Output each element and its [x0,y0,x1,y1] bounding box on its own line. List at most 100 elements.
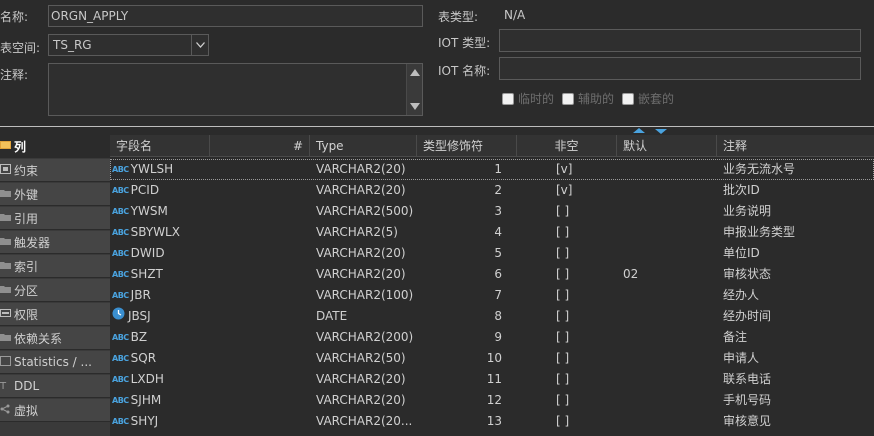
cell-comment[interactable]: 审核状态 [723,264,873,285]
table-row[interactable]: ABC SJHM 12 VARCHAR2(20)[ ] 手机号码 [110,390,874,411]
comment-scrollbar[interactable] [406,64,422,115]
cell-column-name[interactable]: ABC SBYWLX [112,222,308,243]
cell-column-name[interactable]: ABC YWSM [112,201,308,222]
cell-type[interactable]: VARCHAR2(20) [316,369,416,390]
panel-splitter[interactable] [0,125,874,134]
table-row[interactable]: ABC LXDH 11 VARCHAR2(20)[ ] 联系电话 [110,369,874,390]
nested-checkbox[interactable]: 嵌套的 [622,90,674,107]
header-modifier[interactable]: 类型修饰符 [417,135,517,157]
cell-type[interactable]: VARCHAR2(20) [316,264,416,285]
cell-default[interactable] [623,201,703,222]
cell-comment[interactable]: 单位ID [723,243,873,264]
chevron-down-icon[interactable] [191,35,208,55]
cell-comment[interactable]: 经办人 [723,285,873,306]
cell-not-null[interactable]: [ ] [556,390,580,411]
cell-column-name[interactable]: ABC YWLSH [112,159,308,180]
sidebar-item-7[interactable]: 权限 [0,303,110,326]
cell-column-name[interactable]: ABC DWID [112,243,308,264]
cell-not-null[interactable]: [ ] [556,243,580,264]
cell-type[interactable]: VARCHAR2(50) [316,348,416,369]
secondary-checkbox[interactable]: 辅助的 [562,90,614,107]
cell-default[interactable] [623,180,703,201]
cell-type[interactable]: VARCHAR2(20) [316,390,416,411]
table-row[interactable]: ABC DWID 5 VARCHAR2(20)[ ] 单位ID [110,243,874,264]
cell-column-name[interactable]: ABC BZ [112,327,308,348]
table-row[interactable]: JBSJ 8 DATE[ ] 经办时间 [110,306,874,327]
checkbox-box[interactable] [562,92,574,105]
sidebar-item-6[interactable]: 分区 [0,279,110,302]
header-type[interactable]: Type [310,135,417,157]
cell-type[interactable]: VARCHAR2(500) [316,201,416,222]
scroll-down-icon[interactable] [410,103,420,110]
cell-not-null[interactable]: [ ] [556,411,580,432]
sidebar-item-4[interactable]: 触发器 [0,231,110,254]
cell-not-null[interactable]: [ ] [556,306,580,327]
cell-not-null[interactable]: [v] [556,159,580,180]
cell-default[interactable] [623,159,703,180]
cell-type[interactable]: VARCHAR2(5) [316,222,416,243]
cell-not-null[interactable]: [v] [556,180,580,201]
cell-not-null[interactable]: [ ] [556,222,580,243]
cell-comment[interactable]: 审核意见 [723,411,873,432]
cell-type[interactable]: VARCHAR2(200) [316,327,416,348]
cell-type[interactable]: VARCHAR2(100) [316,285,416,306]
cell-default[interactable] [623,369,703,390]
iot-type-input[interactable] [499,29,861,52]
cell-not-null[interactable]: [ ] [556,201,580,222]
cell-type[interactable]: VARCHAR2(20) [316,159,416,180]
table-row[interactable]: ABC YWLSH 1 VARCHAR2(20) [v] 业务无流水号 [110,159,874,180]
sidebar-item-8[interactable]: 依赖关系 [0,327,110,350]
sidebar-item-2[interactable]: 外键 [0,183,110,206]
cell-type[interactable]: VARCHAR2(20... [316,411,416,432]
cell-column-name[interactable]: ABC PCID [112,180,308,201]
header-num[interactable]: # [210,135,310,157]
cell-column-name[interactable]: ABC SJHM [112,390,308,411]
sidebar-item-10[interactable]: T DDL [0,375,110,398]
comment-textarea[interactable] [48,63,423,116]
expand-down-icon[interactable] [655,129,667,134]
header-comment[interactable]: 注释 [717,135,874,157]
cell-column-name[interactable]: ABC SHYJ [112,411,308,432]
table-name-input[interactable]: ORGN_APPLY [48,5,423,27]
sidebar-item-5[interactable]: 索引 [0,255,110,278]
sidebar-item-11[interactable]: 虚拟 [0,399,110,422]
cell-not-null[interactable]: [ ] [556,327,580,348]
cell-not-null[interactable]: [ ] [556,369,580,390]
cell-default[interactable] [623,390,703,411]
table-row[interactable]: ABC BZ 9 VARCHAR2(200)[ ] 备注 [110,327,874,348]
cell-column-name[interactable]: ABC JBR [112,285,308,306]
cell-comment[interactable]: 联系电话 [723,369,873,390]
table-row[interactable]: ABC PCID 2 VARCHAR2(20) [v] 批次ID [110,180,874,201]
table-row[interactable]: ABC SBYWLX 4 VARCHAR2(5)[ ] 申报业务类型 [110,222,874,243]
cell-type[interactable]: VARCHAR2(20) [316,180,416,201]
tablespace-select[interactable]: TS_RG [48,34,209,56]
header-not-null[interactable]: 非空 [517,135,617,157]
header-default[interactable]: 默认 [617,135,717,157]
cell-default[interactable] [623,348,703,369]
temporary-checkbox[interactable]: 临时的 [502,90,554,107]
checkbox-box[interactable] [502,92,514,105]
cell-column-name[interactable]: JBSJ [112,306,308,327]
cell-default[interactable]: 02 [623,264,703,285]
cell-comment[interactable]: 手机号码 [723,390,873,411]
cell-default[interactable] [623,243,703,264]
cell-default[interactable] [623,327,703,348]
cell-comment[interactable]: 经办时间 [723,306,873,327]
cell-default[interactable] [623,411,703,432]
cell-column-name[interactable]: ABC SQR [112,348,308,369]
cell-not-null[interactable]: [ ] [556,285,580,306]
cell-type[interactable]: VARCHAR2(20) [316,243,416,264]
cell-default[interactable] [623,222,703,243]
sidebar-item-9[interactable]: Statistics / ... [0,351,110,374]
table-row[interactable]: ABC SQR 10 VARCHAR2(50)[ ] 申请人 [110,348,874,369]
table-row[interactable]: ABC SHYJ 13 VARCHAR2(20...[ ] 审核意见 [110,411,874,432]
cell-comment[interactable]: 批次ID [723,180,873,201]
cell-comment[interactable]: 业务无流水号 [723,159,873,180]
cell-column-name[interactable]: ABC SHZT [112,264,308,285]
sidebar-item-3[interactable]: 引用 [0,207,110,230]
checkbox-box[interactable] [622,92,634,105]
cell-comment[interactable]: 申报业务类型 [723,222,873,243]
collapse-up-icon[interactable] [633,128,645,133]
scroll-up-icon[interactable] [410,69,420,76]
table-row[interactable]: ABC YWSM 3 VARCHAR2(500)[ ] 业务说明 [110,201,874,222]
